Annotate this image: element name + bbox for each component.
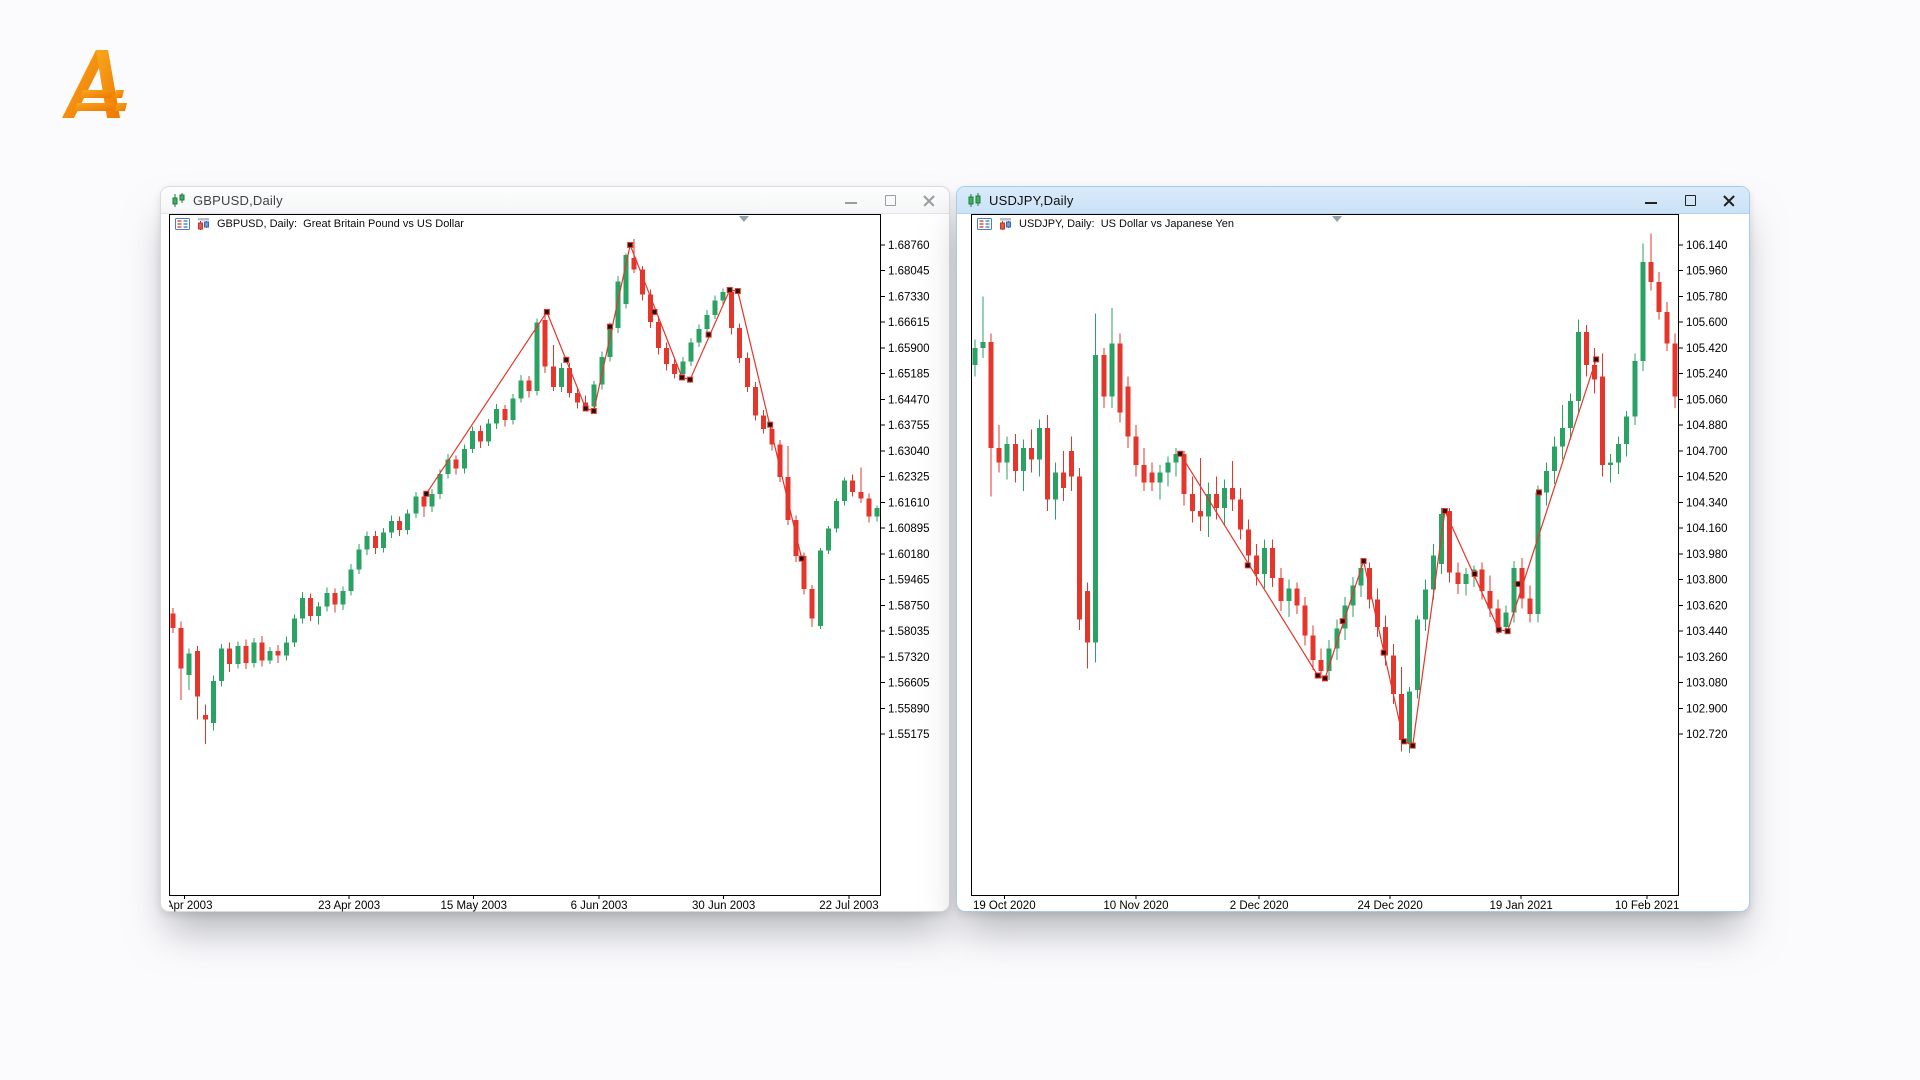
svg-text:1.57320: 1.57320 xyxy=(888,652,930,664)
svg-text:1.56605: 1.56605 xyxy=(888,678,930,690)
svg-text:24 Dec 2020: 24 Dec 2020 xyxy=(1358,900,1423,912)
usdjpy-candlestick-chart[interactable]: 106.140 105.960 105.780 105.600 105.420 105.2… xyxy=(971,214,1747,912)
svg-text:22 Jul 2003: 22 Jul 2003 xyxy=(819,900,878,912)
svg-text:1.68760: 1.68760 xyxy=(888,240,930,252)
svg-text:6 Jun 2003: 6 Jun 2003 xyxy=(571,900,628,912)
page: { "page": {"background": "#fbfbfd"}, "lo… xyxy=(0,0,1920,1080)
svg-text:1.55890: 1.55890 xyxy=(888,703,930,715)
svg-text:103.620: 103.620 xyxy=(1686,600,1728,612)
close-button[interactable] xyxy=(1723,194,1735,206)
svg-text:1 Apr 2003: 1 Apr 2003 xyxy=(169,900,212,912)
svg-text:10 Nov 2020: 10 Nov 2020 xyxy=(1103,900,1168,912)
svg-text:104.160: 104.160 xyxy=(1686,523,1728,535)
svg-text:105.240: 105.240 xyxy=(1686,369,1728,381)
svg-text:1.58750: 1.58750 xyxy=(888,600,930,612)
svg-text:19 Oct 2020: 19 Oct 2020 xyxy=(973,900,1036,912)
svg-text:23 Apr 2003: 23 Apr 2003 xyxy=(318,900,380,912)
svg-text:1.59465: 1.59465 xyxy=(888,575,930,587)
svg-text:10 Feb 2021: 10 Feb 2021 xyxy=(1615,900,1680,912)
window-title: GBPUSD,Daily xyxy=(193,193,283,208)
window-titlebar[interactable]: GBPUSD,Daily xyxy=(161,187,949,214)
svg-text:105.780: 105.780 xyxy=(1686,291,1728,303)
svg-text:19 Jan 2021: 19 Jan 2021 xyxy=(1489,900,1552,912)
svg-text:1.60180: 1.60180 xyxy=(888,549,930,561)
svg-text:105.420: 105.420 xyxy=(1686,343,1728,355)
svg-text:1.65185: 1.65185 xyxy=(888,369,930,381)
svg-text:103.440: 103.440 xyxy=(1686,626,1728,638)
svg-text:104.520: 104.520 xyxy=(1686,472,1728,484)
close-button[interactable] xyxy=(923,194,935,206)
svg-text:105.060: 105.060 xyxy=(1686,394,1728,406)
svg-text:104.880: 104.880 xyxy=(1686,420,1728,432)
maximize-button[interactable] xyxy=(884,194,896,206)
minimize-button[interactable] xyxy=(1645,194,1657,206)
svg-text:1.63040: 1.63040 xyxy=(888,446,930,458)
minimize-button[interactable] xyxy=(845,194,857,206)
candlestick-chart-icon xyxy=(171,193,187,208)
gbpusd-candlestick-chart[interactable]: 1.68760 1.68045 1.67330 1.66615 1.65900 1.651… xyxy=(169,214,949,912)
svg-text:103.080: 103.080 xyxy=(1686,678,1728,690)
svg-text:2 Dec 2020: 2 Dec 2020 xyxy=(1230,900,1289,912)
svg-text:102.900: 102.900 xyxy=(1686,703,1728,715)
svg-text:1.68045: 1.68045 xyxy=(888,266,930,278)
svg-text:15 May 2003: 15 May 2003 xyxy=(440,900,507,912)
svg-text:103.980: 103.980 xyxy=(1686,549,1728,561)
svg-text:1.55175: 1.55175 xyxy=(888,729,930,741)
svg-text:1.62325: 1.62325 xyxy=(888,472,930,484)
svg-text:1.61610: 1.61610 xyxy=(888,497,930,509)
svg-text:105.600: 105.600 xyxy=(1686,317,1728,329)
svg-text:30 Jun 2003: 30 Jun 2003 xyxy=(692,900,755,912)
candlestick-chart-icon xyxy=(967,193,983,208)
svg-text:1.63755: 1.63755 xyxy=(888,420,930,432)
svg-text:105.960: 105.960 xyxy=(1686,266,1728,278)
chart-window-gbpusd: GBPUSD,Daily 1.68760 1.68045 1.67330 1.6661… xyxy=(160,186,950,912)
window-titlebar[interactable]: USDJPY,Daily xyxy=(957,187,1749,214)
svg-text:102.720: 102.720 xyxy=(1686,729,1728,741)
svg-text:104.340: 104.340 xyxy=(1686,497,1728,509)
svg-text:1.60895: 1.60895 xyxy=(888,523,930,535)
svg-text:104.700: 104.700 xyxy=(1686,446,1728,458)
svg-text:103.260: 103.260 xyxy=(1686,652,1728,664)
svg-text:1.67330: 1.67330 xyxy=(888,291,930,303)
svg-text:1.65900: 1.65900 xyxy=(888,343,930,355)
svg-text:106.140: 106.140 xyxy=(1686,240,1728,252)
maximize-button[interactable] xyxy=(1684,194,1696,206)
svg-text:1.64470: 1.64470 xyxy=(888,394,930,406)
chart-window-usdjpy: USDJPY,Daily 106.140 105.960 105.780 105.60… xyxy=(956,186,1750,912)
svg-text:1.58035: 1.58035 xyxy=(888,626,930,638)
brand-letter-a-logo-icon xyxy=(58,48,128,120)
window-title: USDJPY,Daily xyxy=(989,193,1074,208)
svg-text:1.66615: 1.66615 xyxy=(888,317,930,329)
svg-text:103.800: 103.800 xyxy=(1686,575,1728,587)
